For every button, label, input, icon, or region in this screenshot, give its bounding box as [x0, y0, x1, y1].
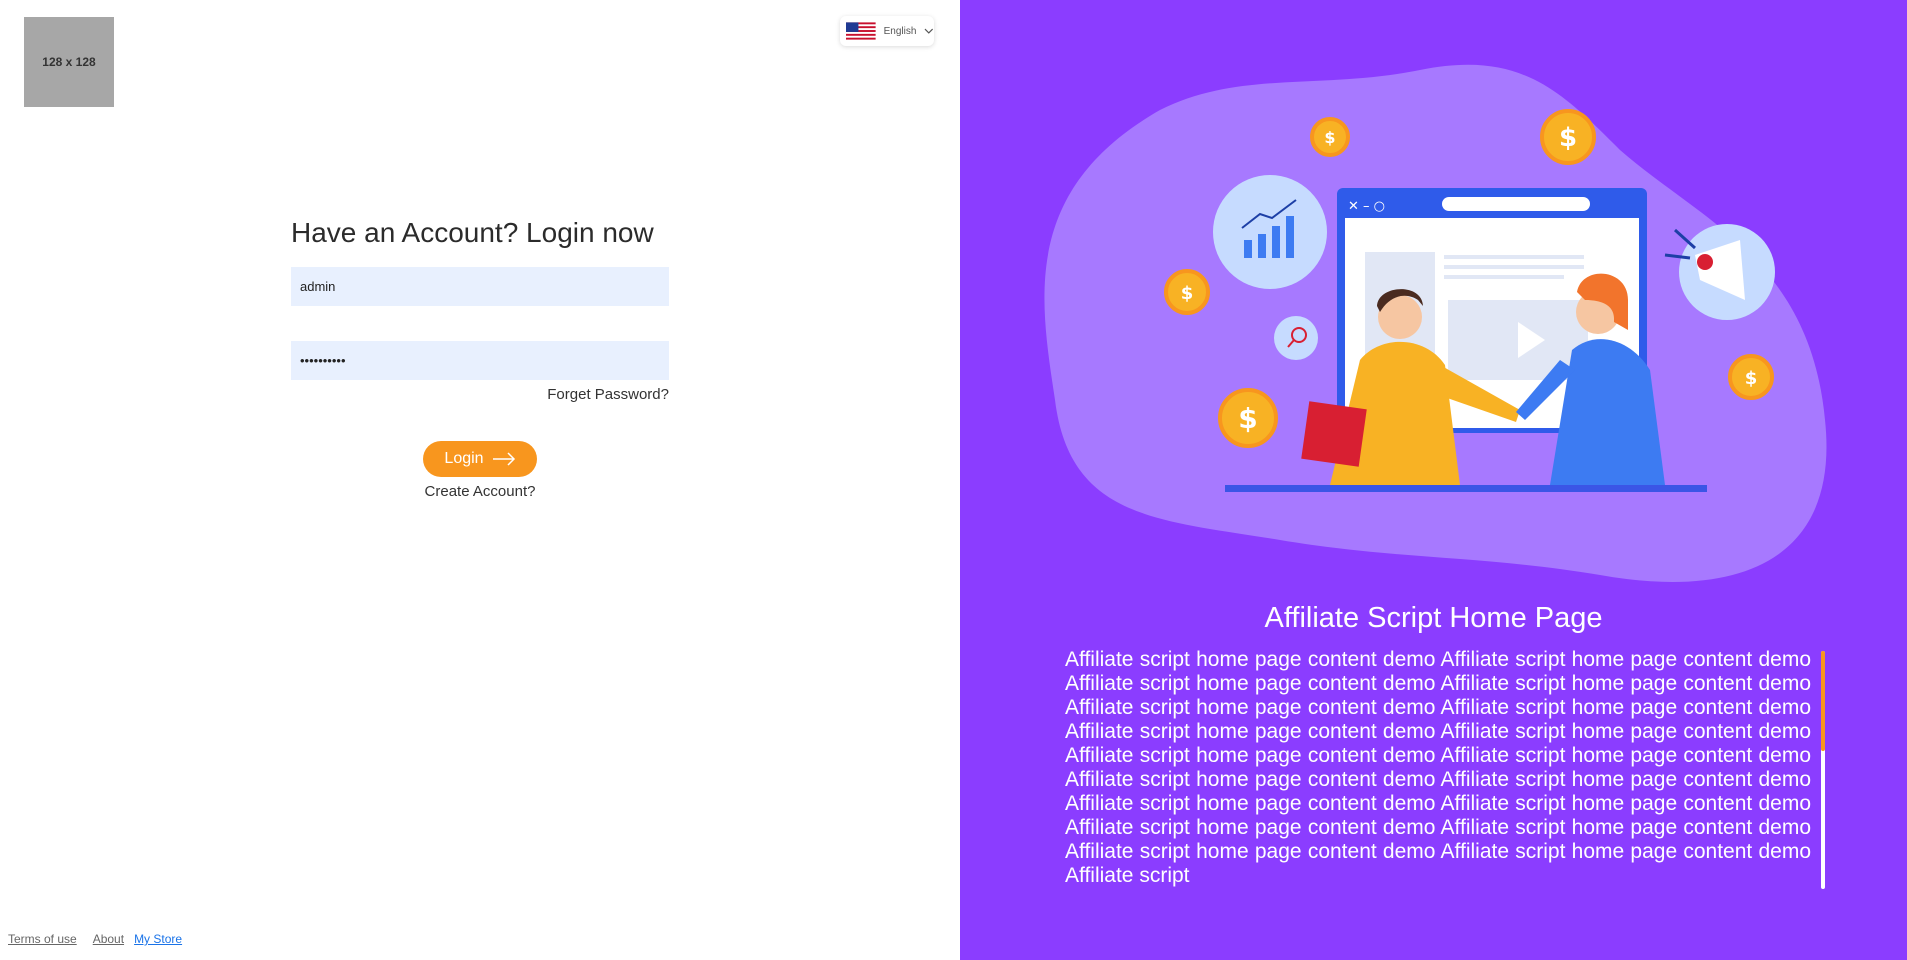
logo-placeholder: 128 x 128 — [24, 17, 114, 107]
window-controls-icon: ✕ – ○ — [1348, 199, 1385, 214]
language-label: English — [883, 25, 917, 37]
hero-panel: ✕ – ○ $ $ $ $ $ Affiliate Script Home Pa… — [960, 0, 1907, 960]
password-input[interactable] — [291, 341, 669, 380]
chart-bubble-icon — [1213, 175, 1327, 289]
create-account-link[interactable]: Create Account? — [330, 483, 630, 500]
login-form: Have an Account? Login now Forget Passwo… — [291, 213, 669, 403]
arrow-right-icon — [492, 452, 515, 466]
svg-text:$: $ — [1745, 368, 1758, 389]
login-panel: 128 x 128 English Have an Account? Login… — [0, 0, 960, 960]
search-bubble-icon — [1274, 316, 1318, 360]
my-store-link[interactable]: My Store — [134, 932, 182, 946]
footer-links: Terms of use About My Store — [8, 932, 182, 946]
page-title: Have an Account? Login now — [291, 217, 654, 248]
terms-link[interactable]: Terms of use — [8, 932, 77, 946]
desk-line — [1225, 485, 1707, 492]
language-selector[interactable]: English — [840, 16, 934, 46]
forgot-password-link[interactable]: Forget Password? — [291, 386, 669, 403]
svg-text:✕ – ○: ✕ – ○ — [1348, 199, 1385, 214]
hero-body: Affiliate script home page content demo … — [1065, 648, 1811, 887]
chevron-down-icon — [924, 28, 934, 34]
svg-text:$: $ — [1181, 283, 1194, 304]
about-link[interactable]: About — [93, 932, 124, 946]
scrollbar-thumb[interactable] — [1821, 651, 1825, 751]
svg-text:$: $ — [1324, 128, 1335, 147]
svg-text:$: $ — [1238, 402, 1257, 435]
login-button-label: Login — [444, 450, 484, 467]
hero-title: Affiliate Script Home Page — [1264, 602, 1603, 634]
login-button[interactable]: Login — [423, 441, 537, 477]
username-input[interactable] — [291, 267, 669, 306]
us-flag-icon — [846, 22, 876, 40]
hero-illustration: ✕ – ○ $ $ $ $ $ — [1044, 64, 1827, 582]
svg-text:$: $ — [1559, 123, 1577, 153]
logo-text: 128 x 128 — [42, 55, 96, 69]
